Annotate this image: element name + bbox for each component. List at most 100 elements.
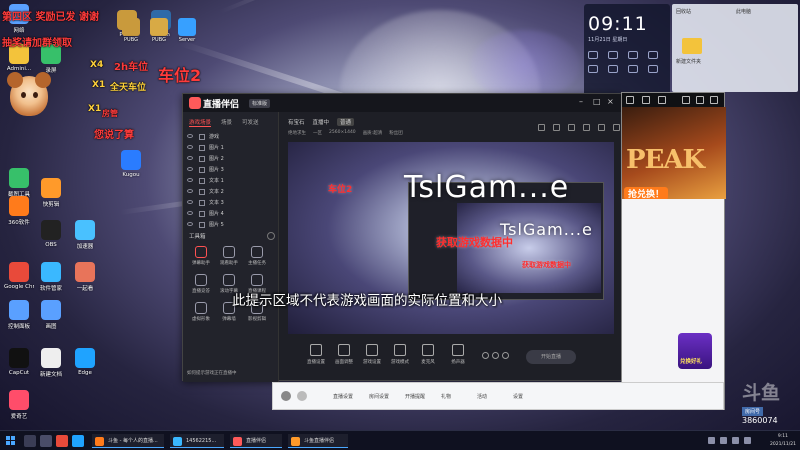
desktop-icon[interactable]: 一起看 [70,262,100,292]
reward-ad[interactable]: 兑换好礼 [678,333,712,369]
more-icon[interactable] [598,124,605,131]
promo-banner[interactable]: PEAK 抢兑换！ [622,107,726,199]
toolbox-item[interactable]: 主播任务 [243,246,271,266]
desktop-icon[interactable]: 截图工具 [4,168,34,198]
desktop-icon[interactable]: OBS [36,220,66,248]
top-app-icon[interactable]: PUBG [148,18,170,43]
scene-item[interactable]: 图片 2 [187,154,273,164]
toolbar-button[interactable]: 麦克风 [416,344,440,365]
layout-icon[interactable] [553,124,560,131]
widget-tool-icon[interactable] [608,65,618,73]
tab-sendable[interactable]: 可发送 [242,118,259,127]
toolbar-button[interactable]: 游戏设置 [360,344,384,365]
maximize-icon[interactable]: □ [593,97,601,106]
visibility-eye-icon[interactable] [187,178,193,182]
maximize-icon[interactable] [696,96,704,104]
lock-icon[interactable] [199,211,205,217]
visibility-eye-icon[interactable] [187,200,193,204]
window-titlebar[interactable]: 直播伴侣 标准版 – □ × [183,94,621,112]
desktop-icon[interactable]: CapCut [4,348,34,376]
desktop-icon[interactable]: 爱奇艺 [4,390,34,420]
scene-item[interactable]: 文本 3 [187,198,273,208]
expand-icon[interactable] [613,124,620,131]
tab-scene[interactable]: 场景 [221,118,232,127]
input-method-icon[interactable] [744,437,751,444]
search-icon[interactable] [24,435,36,447]
avatar[interactable] [297,391,307,401]
lock-icon[interactable] [199,189,205,195]
visibility-eye-icon[interactable] [187,134,193,138]
room-bar-item[interactable]: 房间设置 [369,393,389,400]
settings-icon[interactable] [583,124,590,131]
minimize-icon[interactable] [682,96,690,104]
tray-icon[interactable] [708,437,715,444]
scene-item[interactable]: 文本 1 [187,176,273,186]
room-bar-item[interactable]: 礼物 [441,393,451,400]
taskbar-item[interactable]: 斗鱼直播伴侣 [288,434,348,448]
taskbar-item[interactable]: 斗鱼 - 每个人的直播... [92,434,164,448]
widget-tool-icon[interactable] [628,51,638,59]
toolbar-button[interactable]: 扬声器 [446,344,470,365]
taskbar-clock[interactable]: 9:11 2021/11/21 [770,433,796,449]
room-bar-item[interactable]: 直播设置 [333,393,353,400]
chrome-icon[interactable] [56,435,68,447]
visibility-eye-icon[interactable] [187,189,193,193]
toolbar-small-icon[interactable] [502,352,509,359]
desktop-icon[interactable]: Edge [70,348,100,376]
game-titlebar[interactable] [622,93,724,107]
desktop-icon[interactable]: 新建文档 [36,348,66,378]
lock-icon[interactable] [199,167,205,173]
scene-item[interactable]: 图片 4 [187,209,273,219]
toolbar-button[interactable]: 游戏模式 [388,344,412,365]
content-tab[interactable]: 直播中 [313,118,330,126]
network-icon[interactable] [720,437,727,444]
home-icon[interactable] [626,96,634,104]
toolbar-small-icon[interactable] [492,352,499,359]
desktop-icon[interactable]: 360软件 [4,196,34,226]
windows-start-icon[interactable] [6,436,16,446]
tab-game-scene[interactable]: 游戏场景 [189,118,212,127]
close-icon[interactable]: × [607,97,614,106]
room-bar-item[interactable]: 活动 [477,393,487,400]
toolbox-item[interactable]: 虚拟形象 [187,302,215,322]
taskbar-item[interactable]: 14562215... [170,434,224,448]
desktop-icon[interactable]: Kugou [116,150,146,178]
visibility-eye-icon[interactable] [187,167,193,171]
scene-item[interactable]: 图片 5 [187,220,273,230]
content-tab[interactable]: 有宝石 [288,118,305,126]
lock-icon[interactable] [199,145,205,151]
scene-item[interactable]: 游戏 [187,132,273,142]
desktop-icon[interactable]: 控制面板 [4,300,34,330]
list-icon[interactable] [658,96,666,104]
toolbar-button[interactable]: 画面调整 [332,344,356,365]
task-view-icon[interactable] [40,435,52,447]
lock-icon[interactable] [199,222,205,228]
widget-tool-icon[interactable] [628,65,638,73]
gamepad-icon[interactable] [642,96,650,104]
desktop-icon[interactable]: 软件管家 [36,262,66,292]
widget-tool-icon[interactable] [648,51,658,59]
room-bar-item[interactable]: 设置 [513,393,523,400]
widget-tool-icon[interactable] [588,65,598,73]
folder-icon[interactable] [682,38,702,54]
edge-icon[interactable] [72,435,84,447]
desktop-icon[interactable]: Google Chrome [4,262,34,290]
toolbar-button[interactable]: 直播设置 [304,344,328,365]
sidebar-hint[interactable]: 如何提示游戏正在直播中 [187,370,237,376]
visibility-eye-icon[interactable] [187,222,193,226]
volume-icon[interactable] [732,437,739,444]
desktop-icon[interactable]: 画图 [36,300,66,330]
fullscreen-icon[interactable] [568,124,575,131]
desktop-icon[interactable]: 加速器 [70,220,100,250]
scene-item[interactable]: 文本 2 [187,187,273,197]
top-app-icon[interactable]: PUBG [120,18,142,43]
lock-icon[interactable] [199,156,205,162]
minimize-icon[interactable]: – [579,97,583,106]
banner-cta[interactable]: 抢兑换！ [624,187,669,199]
avatar[interactable] [281,391,291,401]
widget-tool-icon[interactable] [588,51,598,59]
lock-icon[interactable] [538,124,545,131]
toolbox-item[interactable]: 弹幕助手 [187,246,215,266]
lock-icon[interactable] [199,200,205,206]
lock-icon[interactable] [199,134,205,140]
